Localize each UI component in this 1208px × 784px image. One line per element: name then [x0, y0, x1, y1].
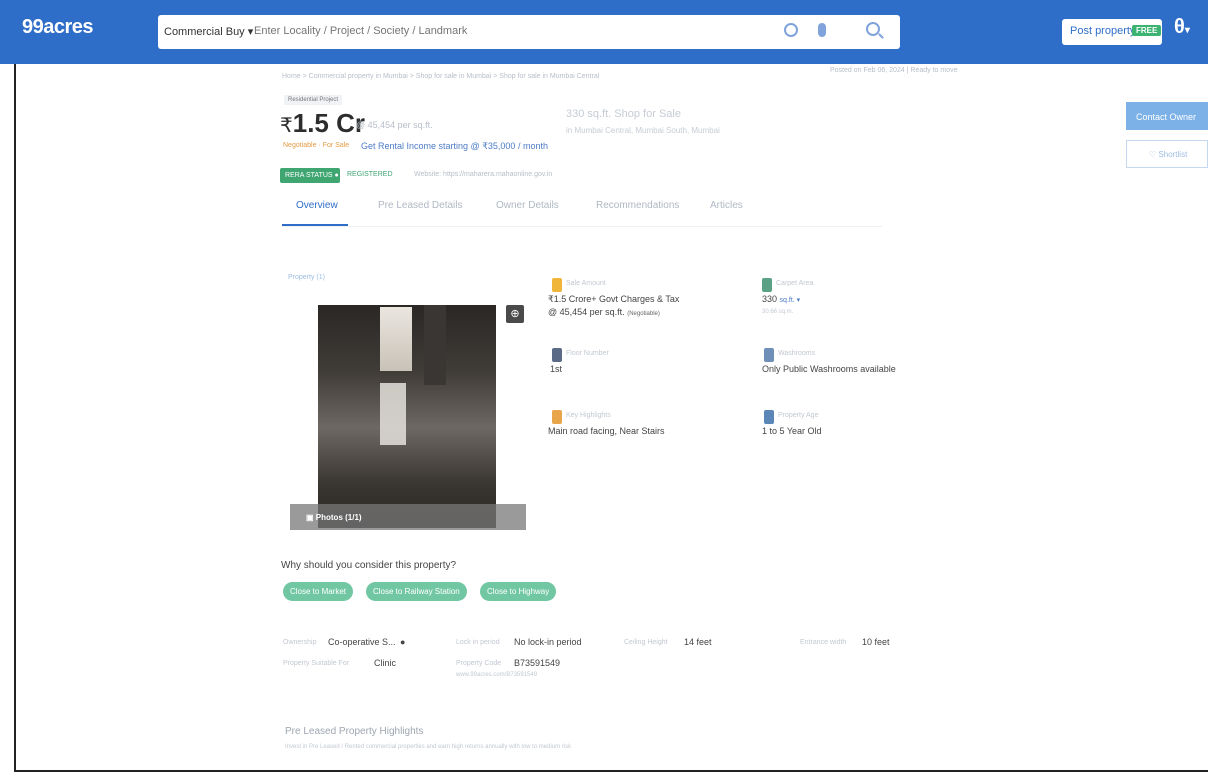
pre-leased-note: Invest in Pre Leased / Rented commercial… — [285, 744, 572, 750]
search-icon[interactable] — [866, 22, 880, 36]
building-icon — [764, 410, 774, 424]
tab-overview[interactable]: Overview — [296, 200, 338, 211]
area-icon — [762, 278, 772, 292]
floor-number-value: 1st — [550, 364, 563, 374]
property-code-label: Property Code — [456, 660, 502, 667]
photo-section-label: Property (1) — [288, 274, 325, 281]
suitable-for-value: Clinic — [374, 658, 397, 668]
logo[interactable]: 99acres — [22, 16, 94, 39]
area-unit-label: sq.ft. — [779, 297, 795, 304]
chip-close-to-railway-station[interactable]: Close to Railway Station — [366, 582, 467, 601]
photo-door — [380, 307, 412, 371]
entrance-width-label: Entrance width — [800, 639, 847, 646]
price-per-sqft-detail: @ 45,454 per sq.ft. — [548, 307, 625, 317]
negotiable-tag: (Negotiable) — [627, 311, 660, 317]
photo-pillar — [424, 305, 446, 385]
key-highlights-value: Main road facing, Near Stairs — [548, 426, 665, 436]
stairs-icon — [552, 348, 562, 362]
breadcrumb[interactable]: Home > Commercial property in Mumbai > S… — [282, 73, 599, 80]
ceiling-height-value: 14 feet — [684, 637, 712, 647]
photo-count-text: Photos (1/1) — [315, 513, 362, 522]
search-input[interactable] — [254, 25, 814, 37]
pre-leased-heading: Pre Leased Property Highlights — [285, 726, 424, 737]
photo-count: ▣ Photos (1/1) — [306, 513, 362, 522]
project-tag: Residential Project — [284, 95, 343, 105]
washrooms-label: Washrooms — [778, 350, 816, 357]
shortlist-button[interactable]: ♡ Shortlist — [1126, 140, 1208, 168]
info-icon[interactable]: ● — [400, 637, 405, 647]
suitable-for-label: Property Suitable For — [283, 660, 350, 667]
shortlist-label: Shortlist — [1158, 150, 1188, 159]
currency-symbol: ₹ — [280, 115, 293, 137]
key-highlights-label: Key Highlights — [566, 412, 611, 419]
lock-in-label: Lock in period — [456, 639, 500, 646]
microphone-icon[interactable] — [818, 23, 826, 37]
washroom-icon — [764, 348, 774, 362]
post-property-label: Post property — [1070, 25, 1136, 37]
price-amount: 1.5 Cr — [292, 108, 365, 138]
carpet-area-sqm: 30.66 sq.m. — [762, 309, 794, 315]
post-property-button[interactable]: Post property FREE — [1062, 19, 1162, 45]
contact-owner-button[interactable]: Contact Owner — [1126, 102, 1208, 130]
rera-number: REGISTERED — [347, 171, 393, 178]
entrance-width-value: 10 feet — [862, 637, 890, 647]
why-consider-heading: Why should you consider this property? — [281, 560, 457, 571]
tab-owner-details[interactable]: Owner Details — [496, 200, 559, 211]
chip-close-to-market[interactable]: Close to Market — [283, 582, 354, 601]
heart-icon: ♡ — [1149, 150, 1157, 159]
rera-website[interactable]: Website: https://maharera.mahaonline.gov… — [414, 171, 552, 178]
carpet-area-label: Carpet Area — [776, 280, 814, 287]
tab-recommendations[interactable]: Recommendations — [596, 200, 679, 211]
search-bar: Commercial Buy ▾ — [158, 15, 900, 49]
property-subtitle: in Mumbai Central, Mumbai South, Mumbai — [566, 126, 720, 135]
lock-in-value: No lock-in period — [514, 637, 582, 647]
rera-label: RERA STATUS — [285, 172, 333, 179]
top-header: 99acres Commercial Buy ▾ Post property F… — [0, 0, 1208, 64]
ownership-value: Co-operative S... — [328, 637, 396, 647]
property-code-value: B73591549 — [514, 658, 561, 668]
washrooms-value: Only Public Washrooms available — [762, 364, 896, 374]
posted-date: Posted on Feb 06, 2024 | Ready to move — [830, 67, 958, 74]
rental-income-link[interactable]: Get Rental Income starting @ ₹35,000 / m… — [361, 141, 548, 152]
category-dropdown[interactable]: Commercial Buy ▾ — [164, 25, 253, 38]
carpet-area-value: 330 sq.ft. ▾ — [762, 294, 800, 304]
property-code-url: www.99acres.com/B73591549 — [456, 672, 538, 678]
frame-border-left — [14, 64, 16, 772]
chip-close-to-highway[interactable]: Close to Highway — [480, 582, 557, 601]
property-age-value: 1 to 5 Year Old — [762, 426, 822, 436]
locate-icon[interactable] — [784, 23, 798, 37]
area-unit-dropdown[interactable]: sq.ft. ▾ — [780, 297, 801, 304]
tab-articles[interactable]: Articles — [710, 200, 743, 211]
rera-status-badge[interactable]: RERA STATUS ● — [280, 168, 340, 183]
price: ₹1.5 Cr — [280, 108, 365, 139]
photo-reflection — [380, 383, 406, 445]
sale-amount-label: Sale Amount — [566, 280, 606, 287]
price-per-sqft: @ 45,454 per sq.ft. — [356, 120, 433, 130]
zoom-icon[interactable]: ⊕ — [506, 305, 524, 323]
property-title: 330 sq.ft. Shop for Sale — [566, 108, 681, 120]
ceiling-height-label: Ceiling Height — [624, 639, 668, 646]
floor-number-label: Floor Number — [566, 350, 609, 357]
carpet-area-number: 330 — [762, 294, 778, 304]
category-label: Commercial Buy — [164, 26, 245, 38]
sale-amount-sub: @ 45,454 per sq.ft. (Negotiable) — [548, 307, 660, 317]
price-tag-icon — [552, 278, 562, 292]
frame-border-bottom — [14, 770, 1208, 772]
ownership-label: Ownership — [283, 639, 317, 646]
sale-amount-value: ₹1.5 Crore+ Govt Charges & Tax — [548, 294, 680, 304]
tab-pre-leased-details[interactable]: Pre Leased Details — [378, 200, 463, 211]
property-age-label: Property Age — [778, 412, 819, 419]
user-menu-icon[interactable]: θ▾ — [1174, 16, 1190, 39]
highlight-icon — [552, 410, 562, 424]
negotiable-label: Negotiable · For Sale — [283, 142, 350, 149]
tab-divider — [282, 226, 882, 227]
property-photo[interactable] — [318, 305, 496, 528]
free-badge: FREE — [1132, 25, 1162, 36]
